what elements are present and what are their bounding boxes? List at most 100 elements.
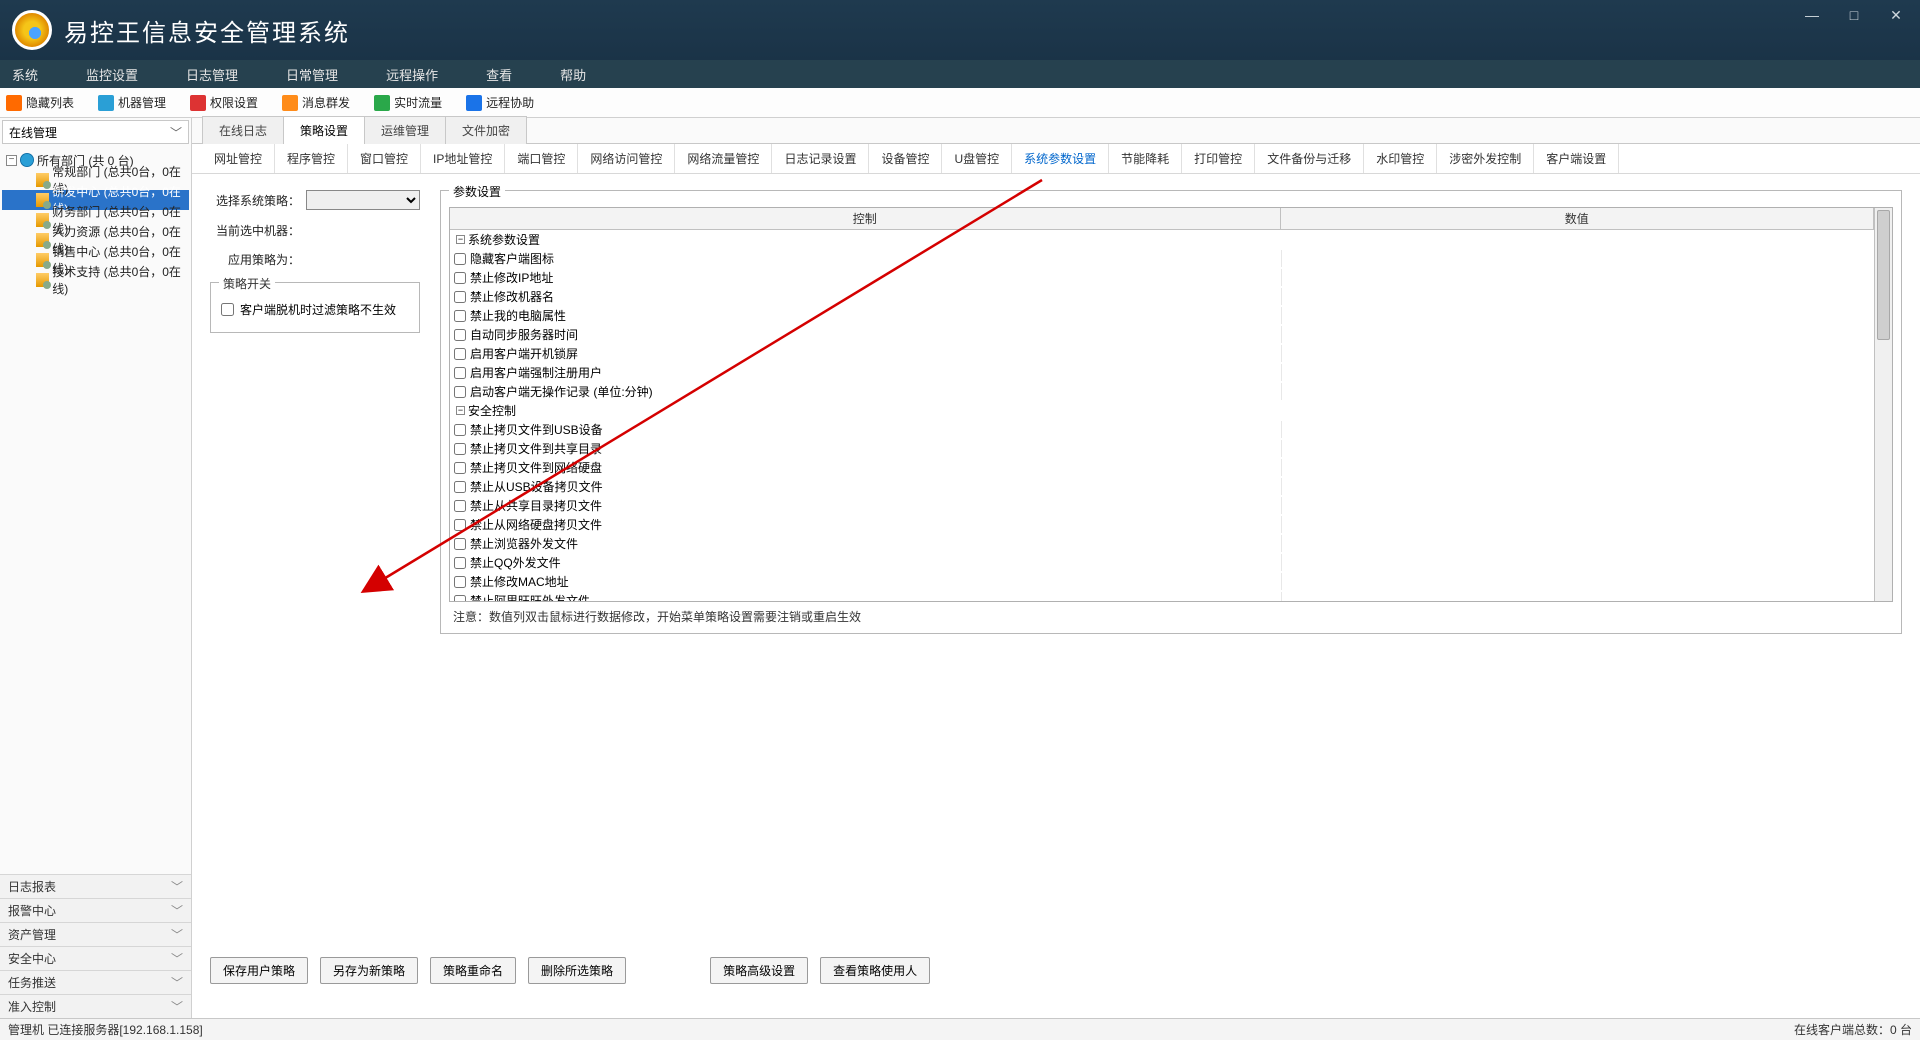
param-checkbox[interactable] bbox=[454, 272, 466, 284]
param-row: 禁止从共享目录拷贝文件 bbox=[450, 496, 1874, 515]
rename-button[interactable]: 策略重命名 bbox=[430, 957, 516, 984]
param-checkbox[interactable] bbox=[454, 310, 466, 322]
collapse-icon[interactable]: − bbox=[456, 235, 465, 244]
policy-switch-fieldset: 策略开关 客户端脱机时过滤策略不生效 bbox=[210, 282, 420, 333]
param-group-0[interactable]: −系统参数设置 bbox=[450, 230, 1874, 249]
subtab-15[interactable]: 涉密外发控制 bbox=[1437, 144, 1534, 173]
sidebar-accordion-0[interactable]: 日志报表﹀ bbox=[0, 874, 191, 898]
advanced-button[interactable]: 策略高级设置 bbox=[710, 957, 808, 984]
param-group-1[interactable]: −安全控制 bbox=[450, 401, 1874, 420]
subtab-14[interactable]: 水印管控 bbox=[1364, 144, 1437, 173]
param-checkbox[interactable] bbox=[454, 367, 466, 379]
param-checkbox[interactable] bbox=[454, 576, 466, 588]
chevron-down-icon: ﹀ bbox=[171, 998, 183, 1015]
sidebar-mode-select[interactable]: 在线管理 ﹀ bbox=[2, 120, 189, 144]
scrollbar-thumb[interactable] bbox=[1877, 210, 1890, 340]
sidebar-accordion-3[interactable]: 安全中心﹀ bbox=[0, 946, 191, 970]
menu-system[interactable]: 系统 bbox=[8, 65, 42, 84]
offline-filter-checkbox[interactable] bbox=[221, 303, 234, 316]
traffic-icon bbox=[374, 95, 390, 111]
param-checkbox[interactable] bbox=[454, 462, 466, 474]
subtab-11[interactable]: 节能降耗 bbox=[1109, 144, 1182, 173]
subtab-2[interactable]: 窗口管控 bbox=[348, 144, 421, 173]
sidebar: 在线管理 ﹀ − 所有部门 (共 0 台) 常规部门 (总共0台，0在线)研发中… bbox=[0, 118, 192, 1018]
param-checkbox[interactable] bbox=[454, 500, 466, 512]
save-as-button[interactable]: 另存为新策略 bbox=[320, 957, 418, 984]
window-close-button[interactable]: ✕ bbox=[1876, 0, 1916, 30]
subtab-13[interactable]: 文件备份与迁移 bbox=[1255, 144, 1364, 173]
subtab-16[interactable]: 客户端设置 bbox=[1534, 144, 1619, 173]
param-checkbox[interactable] bbox=[454, 519, 466, 531]
param-row: 自动同步服务器时间 bbox=[450, 325, 1874, 344]
subtab-10[interactable]: 系统参数设置 bbox=[1012, 144, 1109, 173]
subtab-5[interactable]: 网络访问管控 bbox=[578, 144, 675, 173]
select-policy-dropdown[interactable] bbox=[306, 190, 420, 210]
chevron-down-icon: ﹀ bbox=[171, 950, 183, 967]
param-checkbox[interactable] bbox=[454, 557, 466, 569]
menu-monitor[interactable]: 监控设置 bbox=[82, 65, 142, 84]
tb-machine-mgmt[interactable]: 机器管理 bbox=[98, 94, 166, 111]
menu-help[interactable]: 帮助 bbox=[556, 65, 590, 84]
subtab-3[interactable]: IP地址管控 bbox=[421, 144, 505, 173]
dept-icon bbox=[36, 193, 49, 207]
tab-1[interactable]: 策略设置 bbox=[283, 116, 365, 144]
apply-policy-label: 应用策略为： bbox=[210, 251, 300, 268]
subtab-12[interactable]: 打印管控 bbox=[1182, 144, 1255, 173]
sidebar-accordion-5[interactable]: 准入控制﹀ bbox=[0, 994, 191, 1018]
param-row: 禁止修改机器名 bbox=[450, 287, 1874, 306]
subtab-4[interactable]: 端口管控 bbox=[505, 144, 578, 173]
window-maximize-button[interactable]: □ bbox=[1834, 0, 1874, 30]
subtab-0[interactable]: 网址管控 bbox=[202, 144, 275, 173]
menu-logs[interactable]: 日志管理 bbox=[182, 65, 242, 84]
param-checkbox[interactable] bbox=[454, 424, 466, 436]
param-checkbox[interactable] bbox=[454, 329, 466, 341]
param-row: 禁止从USB设备拷贝文件 bbox=[450, 477, 1874, 496]
view-users-button[interactable]: 查看策略使用人 bbox=[820, 957, 930, 984]
subtab-9[interactable]: U盘管控 bbox=[942, 144, 1012, 173]
tab-0[interactable]: 在线日志 bbox=[202, 116, 284, 144]
param-checkbox[interactable] bbox=[454, 348, 466, 360]
sidebar-accordion-2[interactable]: 资产管理﹀ bbox=[0, 922, 191, 946]
menu-remote[interactable]: 远程操作 bbox=[382, 65, 442, 84]
sidebar-accordion-1[interactable]: 报警中心﹀ bbox=[0, 898, 191, 922]
tab-2[interactable]: 运维管理 bbox=[364, 116, 446, 144]
params-note: 注意：数值列双击鼠标进行数据修改，开始菜单策略设置需要注销或重启生效 bbox=[449, 602, 1893, 625]
param-checkbox[interactable] bbox=[454, 538, 466, 550]
tb-hide-list[interactable]: 隐藏列表 bbox=[6, 94, 74, 111]
tb-message[interactable]: 消息群发 bbox=[282, 94, 350, 111]
param-row: 禁止浏览器外发文件 bbox=[450, 534, 1874, 553]
param-checkbox[interactable] bbox=[454, 481, 466, 493]
primary-tabs: 在线日志策略设置运维管理文件加密 bbox=[192, 118, 1920, 144]
save-policy-button[interactable]: 保存用户策略 bbox=[210, 957, 308, 984]
sidebar-dept-5[interactable]: 技术支持 (总共0台，0在线) bbox=[2, 270, 189, 290]
subtab-6[interactable]: 网络流量管控 bbox=[675, 144, 772, 173]
tb-remote-assist[interactable]: 远程协助 bbox=[466, 94, 534, 111]
chevron-down-icon: ﹀ bbox=[171, 974, 183, 991]
delete-button[interactable]: 删除所选策略 bbox=[528, 957, 626, 984]
subtab-8[interactable]: 设备管控 bbox=[869, 144, 942, 173]
tb-traffic[interactable]: 实时流量 bbox=[374, 94, 442, 111]
param-checkbox[interactable] bbox=[454, 595, 466, 602]
subtab-7[interactable]: 日志记录设置 bbox=[772, 144, 869, 173]
grid-scrollbar[interactable] bbox=[1874, 208, 1892, 601]
param-checkbox[interactable] bbox=[454, 291, 466, 303]
menu-view[interactable]: 查看 bbox=[482, 65, 516, 84]
collapse-icon[interactable]: − bbox=[456, 406, 465, 415]
collapse-icon[interactable]: − bbox=[6, 155, 17, 166]
menu-daily[interactable]: 日常管理 bbox=[282, 65, 342, 84]
param-row: 禁止QQ外发文件 bbox=[450, 553, 1874, 572]
subtab-1[interactable]: 程序管控 bbox=[275, 144, 348, 173]
param-checkbox[interactable] bbox=[454, 443, 466, 455]
param-row: 禁止拷贝文件到网络硬盘 bbox=[450, 458, 1874, 477]
tb-permissions[interactable]: 权限设置 bbox=[190, 94, 258, 111]
param-checkbox[interactable] bbox=[454, 253, 466, 265]
tab-3[interactable]: 文件加密 bbox=[445, 116, 527, 144]
menu-bar: 系统 监控设置 日志管理 日常管理 远程操作 查看 帮助 bbox=[0, 60, 1920, 88]
param-checkbox[interactable] bbox=[454, 386, 466, 398]
secondary-tabs: 网址管控程序管控窗口管控IP地址管控端口管控网络访问管控网络流量管控日志记录设置… bbox=[192, 144, 1920, 174]
policy-content: 选择系统策略： 当前选中机器： 应用策略为： 策略开关 客户端脱机时过滤策略不生… bbox=[192, 174, 1920, 1018]
current-machine-label: 当前选中机器： bbox=[210, 222, 300, 239]
offline-filter-checkbox-label[interactable]: 客户端脱机时过滤策略不生效 bbox=[221, 301, 409, 318]
sidebar-accordion-4[interactable]: 任务推送﹀ bbox=[0, 970, 191, 994]
window-minimize-button[interactable]: — bbox=[1792, 0, 1832, 30]
